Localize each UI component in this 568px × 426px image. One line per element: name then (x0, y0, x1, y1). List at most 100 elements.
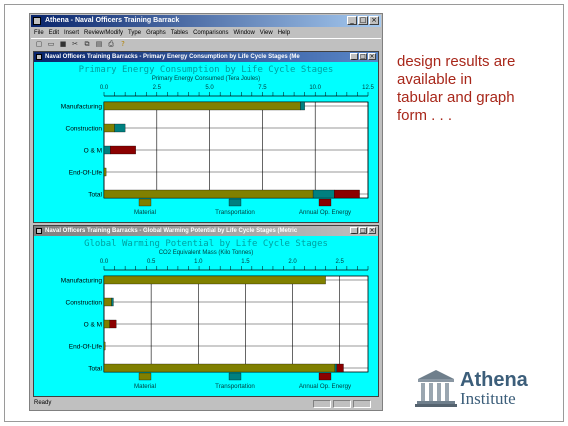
caption-line: available in (397, 71, 473, 88)
print-icon[interactable]: ⎙ (106, 40, 116, 49)
legend-swatch (138, 198, 152, 207)
gwp-chart-titlebar[interactable]: Naval Officers Training Barracks - Globa… (34, 226, 378, 236)
paste-icon[interactable]: ▤ (94, 40, 104, 49)
menu-edit[interactable]: Edit (49, 28, 59, 38)
bar-segment (103, 297, 112, 307)
legend-swatch (318, 372, 332, 381)
copy-icon[interactable]: ⧉ (82, 40, 92, 49)
x-tick-label: 2.0 (288, 259, 297, 265)
status-panel (333, 400, 351, 408)
bar-segment (103, 275, 326, 285)
bar-segment (334, 189, 360, 199)
x-tick-label: 2.5 (153, 85, 162, 91)
bar-segment (103, 101, 301, 111)
athena-institute-logo: Athena Institute (414, 367, 560, 411)
help-icon[interactable]: ? (118, 40, 128, 49)
app-titlebar[interactable]: Athena - Naval Officers Training Barrack… (31, 15, 381, 27)
category-label: O & M (84, 148, 102, 155)
menu-view[interactable]: View (260, 28, 273, 38)
cut-icon[interactable]: ✂ (70, 40, 80, 49)
menu-tables[interactable]: Tables (171, 28, 188, 38)
menu-window[interactable]: Window (233, 28, 254, 38)
caption-line: tabular and graph (397, 89, 515, 106)
energy-chart: Primary Energy Consumption by Life Cycle… (34, 62, 378, 222)
bar-segment (114, 123, 126, 133)
chart-window-icon (36, 54, 42, 60)
category-label: Construction (66, 126, 103, 133)
menu-review-modify[interactable]: Review/Modify (84, 28, 123, 38)
status-panel (353, 400, 371, 408)
bar-segment (103, 123, 115, 133)
bar-segment (103, 341, 106, 351)
legend-label: Annual Op. Energy (299, 209, 352, 216)
open-icon[interactable]: ▭ (46, 40, 56, 49)
slide-caption: design results are available in tabular … (397, 53, 557, 125)
energy-chart-window-title: Naval Officers Training Barracks - Prima… (45, 54, 300, 60)
chart-minimize-button[interactable]: _ (350, 227, 358, 234)
temple-icon (415, 370, 457, 407)
legend-label: Transportation (215, 383, 255, 390)
bar-segment (300, 101, 305, 111)
bar-segment (334, 363, 338, 373)
minimize-button[interactable]: _ (347, 16, 357, 25)
logo-text-institute: Institute (460, 389, 516, 408)
legend-swatch (228, 372, 242, 381)
bar-segment (103, 189, 314, 199)
menu-file[interactable]: File (34, 28, 44, 38)
x-tick-label: 0.5 (147, 259, 156, 265)
status-panel (313, 400, 331, 408)
chart-maximize-button[interactable]: □ (359, 227, 367, 234)
menu-graphs[interactable]: Graphs (146, 28, 166, 38)
bar-segment (103, 363, 336, 373)
x-tick-label: 1.0 (194, 259, 203, 265)
app-window: Athena - Naval Officers Training Barrack… (29, 13, 383, 411)
energy-chart-window: Naval Officers Training Barracks - Prima… (33, 51, 379, 223)
category-label: Manufacturing (61, 278, 103, 285)
x-tick-label: 0.0 (100, 259, 109, 265)
legend-swatch (138, 372, 152, 381)
chart-close-button[interactable]: × (368, 227, 376, 234)
category-label: O & M (84, 322, 102, 329)
menu-insert[interactable]: Insert (64, 28, 79, 38)
menu-help[interactable]: Help (278, 28, 290, 38)
chart-title: Primary Energy Consumption by Life Cycle… (79, 65, 334, 75)
gwp-chart-window: Naval Officers Training Barracks - Globa… (33, 225, 379, 397)
legend-label: Annual Op. Energy (299, 383, 352, 390)
category-label: End-Of-Life (69, 170, 103, 177)
chart-maximize-button[interactable]: □ (359, 53, 367, 60)
category-label: Construction (66, 300, 103, 307)
menu-comparisons[interactable]: Comparisons (193, 28, 228, 38)
chart-minimize-button[interactable]: _ (350, 53, 358, 60)
legend-label: Transportation (215, 209, 255, 216)
category-label: Manufacturing (61, 104, 103, 111)
x-tick-label: 7.5 (258, 85, 267, 91)
category-label: End-Of-Life (69, 344, 103, 351)
menu-bar: File Edit Insert Review/Modify Type Graphs Tab… (31, 28, 381, 38)
bar-segment (312, 189, 335, 199)
chart-close-button[interactable]: × (368, 53, 376, 60)
toolbar: ▢ ▭ ■ ✂ ⧉ ▤ ⎙ ? (31, 38, 381, 50)
app-title: Athena - Naval Officers Training Barrack (45, 17, 180, 24)
app-icon[interactable] (33, 17, 41, 25)
new-icon[interactable]: ▢ (34, 40, 44, 49)
energy-chart-titlebar[interactable]: Naval Officers Training Barracks - Prima… (34, 52, 378, 62)
chart-subtitle: Primary Energy Consumed (Tera Joules) (152, 76, 260, 82)
x-tick-label: 1.5 (241, 259, 250, 265)
bar-segment (109, 319, 117, 329)
status-bar: Ready (31, 398, 381, 409)
menu-type[interactable]: Type (128, 28, 141, 38)
bar-segment (103, 167, 107, 177)
maximize-button[interactable]: □ (358, 16, 368, 25)
close-button[interactable]: × (369, 16, 379, 25)
chart-window-icon (36, 228, 42, 234)
category-label: Total (88, 192, 102, 199)
category-label: Total (88, 366, 102, 373)
bar-segment (103, 319, 110, 329)
legend-swatch (318, 198, 332, 207)
x-tick-label: 10.0 (309, 85, 321, 91)
bar-segment (103, 145, 111, 155)
legend-swatch (228, 198, 242, 207)
legend-label: Material (134, 383, 156, 390)
logo-text-athena: Athena (460, 369, 528, 391)
save-icon[interactable]: ■ (58, 40, 68, 49)
